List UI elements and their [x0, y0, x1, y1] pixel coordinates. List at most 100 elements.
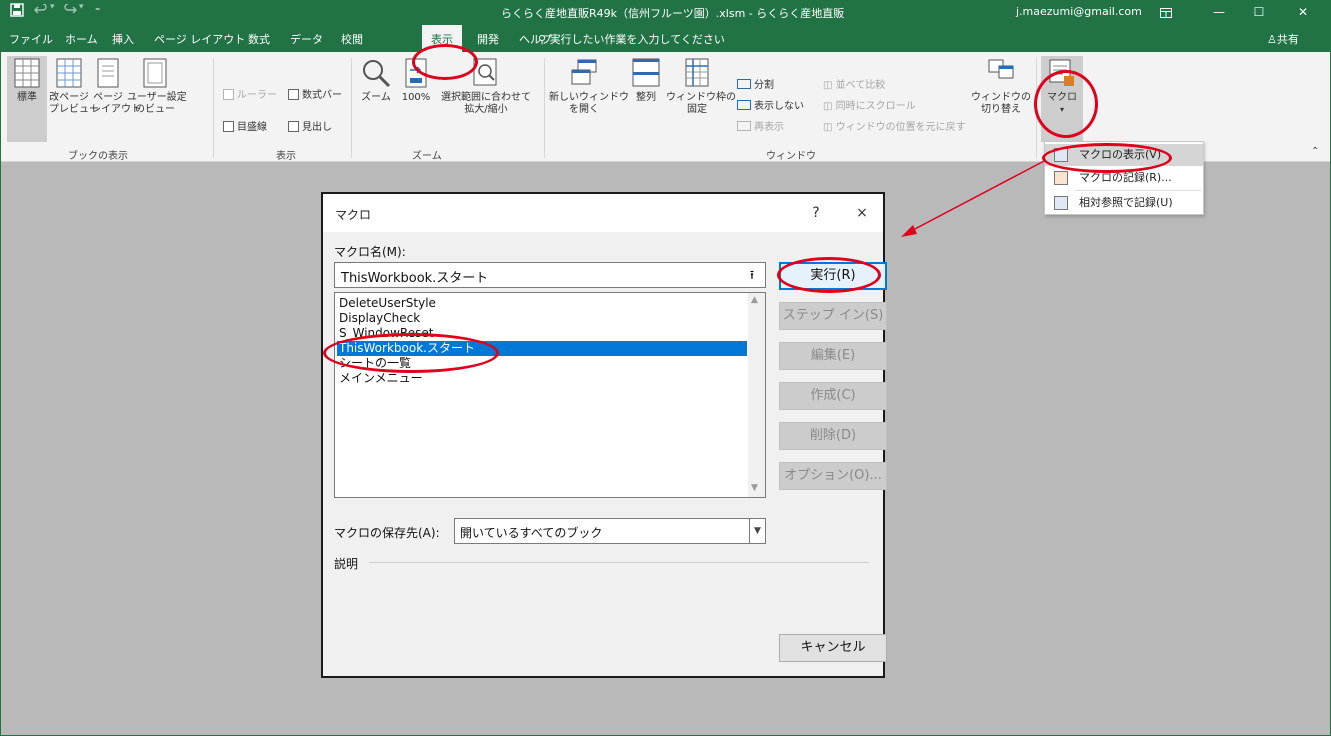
formula-bar-checkbox[interactable]: 数式バー [288, 86, 342, 101]
gridlines-checkbox[interactable]: 目盛線 [223, 118, 267, 133]
synchronous-scroll-button[interactable]: ◫ 同時にスクロール [823, 97, 916, 112]
chevron-down-icon[interactable]: ▼ [749, 518, 766, 544]
maximize-icon[interactable]: ☐ [1239, 0, 1279, 24]
headings-checkbox[interactable]: 見出し [288, 118, 332, 133]
scroll-up-icon[interactable]: ▲ [751, 295, 758, 305]
macros-in-label: マクロの保存先(A): [334, 526, 440, 540]
separator [544, 58, 545, 158]
collapse-ribbon-icon[interactable]: ⌃ [1311, 146, 1319, 157]
new-window-button[interactable]: 新しいウィンドウ を開く [549, 58, 629, 116]
separator [351, 58, 352, 158]
view-macros-item[interactable]: マクロの表示(V) [1045, 144, 1203, 166]
excel-window: ▾ ▾ ₌ らくらく産地直販R49k（信州フルーツ園）.xlsm - らくらく産… [0, 0, 1331, 736]
redo-icon[interactable] [63, 3, 77, 20]
checkbox-icon [288, 121, 299, 132]
normal-view-button[interactable]: 標準 [8, 58, 46, 104]
page-icon [97, 58, 119, 88]
freeze-panes-button[interactable]: ウィンドウ枠の 固定 [666, 58, 736, 116]
arrange-all-button[interactable]: 整列 [631, 58, 661, 104]
tab-page-layout[interactable]: ページ レイアウト [154, 31, 245, 47]
create-button[interactable]: 作成(C) [779, 382, 887, 410]
split-label: 分割 [754, 80, 774, 91]
list-item[interactable]: DisplayCheck [337, 311, 420, 326]
checkbox-icon [223, 89, 234, 100]
ribbon-tabs: ファイル ホーム 挿入 ページ レイアウト 数式 データ 校閲 表示 開発 ヘル… [1, 24, 1330, 52]
tab-developer[interactable]: 開発 [477, 31, 499, 47]
separator [1036, 58, 1037, 158]
list-scrollbar[interactable]: ▲ ▼ [748, 293, 765, 497]
record-macro-item[interactable]: マクロの記録(R)... [1045, 167, 1203, 189]
tab-data[interactable]: データ [290, 31, 323, 47]
grid-icon [14, 58, 40, 88]
scroll-down-icon[interactable]: ▼ [751, 483, 758, 493]
customize-icon[interactable]: ₌ [95, 3, 100, 14]
arrange-icon [632, 58, 660, 87]
list-item[interactable]: S_WindowReset [337, 326, 433, 341]
page-layout-button[interactable]: ページ レイアウト [91, 58, 141, 116]
tab-view[interactable]: 表示 [422, 25, 462, 52]
switch-windows-button[interactable]: ウィンドウの 切り替え [971, 58, 1031, 116]
collapse-dialog-icon[interactable]: ⭱ [742, 265, 762, 285]
menu-divider [1075, 190, 1201, 191]
relative-reference-label: 相対参照で記録(U) [1079, 196, 1173, 209]
macros-in-select[interactable]: 開いているすべてのブック [454, 518, 752, 544]
options-button[interactable]: オプション(O)... [779, 462, 887, 490]
tab-home[interactable]: ホーム [65, 31, 98, 47]
macro-name-input[interactable]: ThisWorkbook.スタート [334, 262, 766, 288]
macro-name-label: マクロ名(M): [334, 245, 406, 259]
undo-icon[interactable] [34, 3, 48, 20]
delete-button[interactable]: 削除(D) [779, 422, 887, 450]
share-button[interactable]: ♙共有 [1267, 31, 1299, 47]
tab-insert[interactable]: 挿入 [112, 31, 134, 47]
list-item-selected[interactable]: ThisWorkbook.スタート [337, 341, 747, 356]
ribbon-display-icon[interactable] [1146, 0, 1186, 24]
macros-button[interactable]: マクロ ▾ [1042, 58, 1082, 116]
relative-reference-item[interactable]: 相対参照で記録(U) [1045, 192, 1203, 214]
list-item[interactable]: DeleteUserStyle [337, 296, 436, 311]
zoom-to-selection-button[interactable]: 選択範囲に合わせて 拡大/縮小 [433, 58, 539, 116]
chevron-down-icon: ▾ [1059, 105, 1064, 114]
tab-formulas[interactable]: 数式 [248, 31, 270, 47]
checkbox-icon [288, 89, 299, 100]
tab-file[interactable]: ファイル [9, 31, 53, 47]
custom-views-label: ユーザー設定 のビュー [127, 92, 187, 115]
tab-review[interactable]: 校閲 [341, 31, 363, 47]
account-name[interactable]: j.maezumi@gmail.com [1016, 5, 1142, 18]
step-into-button[interactable]: ステップ イン(S) [779, 302, 887, 330]
chevron-down-icon[interactable]: ▾ [50, 2, 55, 12]
record-macro-icon [1054, 171, 1068, 185]
save-icon[interactable] [10, 3, 24, 21]
page-break-preview-button[interactable]: 改ページ プレビュー [49, 58, 99, 116]
zoom-100-button[interactable]: 100% [400, 58, 432, 104]
person-icon: ♙ [1267, 33, 1277, 46]
reset-window-position-button[interactable]: ◫ ウィンドウの位置を元に戻す [823, 118, 966, 133]
separator [213, 58, 214, 158]
close-icon[interactable]: × [849, 201, 875, 225]
close-icon[interactable]: ✕ [1283, 0, 1323, 24]
zoom-100-label: 100% [401, 92, 431, 103]
list-item[interactable]: シートの一覧 [337, 356, 411, 371]
custom-views-button[interactable]: ユーザー設定 のビュー [127, 58, 187, 116]
help-icon[interactable]: ? [803, 201, 829, 225]
view-side-by-side-button[interactable]: ◫ 並べて比較 [823, 76, 885, 91]
tell-me-search[interactable]: ⚲ 実行したい作業を入力してください [538, 31, 725, 47]
run-button[interactable]: 実行(R) [779, 262, 887, 290]
checkbox-icon [223, 121, 234, 132]
reset-position-label: ウィンドウの位置を元に戻す [835, 122, 966, 133]
search-icon: ⚲ [538, 33, 550, 46]
group-window: ウィンドウ [766, 151, 816, 162]
minimize-icon[interactable]: — [1199, 0, 1239, 24]
unhide-button[interactable]: 再表示 [737, 118, 784, 133]
hide-button[interactable]: 表示しない [737, 97, 804, 112]
zoom-selection-icon [473, 58, 497, 86]
headings-label: 見出し [302, 122, 332, 133]
edit-button[interactable]: 編集(E) [779, 342, 887, 370]
macro-list[interactable]: DeleteUserStyle DisplayCheck S_WindowRes… [334, 292, 766, 498]
ruler-label: ルーラー [237, 90, 277, 101]
zoom-button[interactable]: ズーム [359, 58, 393, 104]
chevron-down-icon[interactable]: ▾ [79, 2, 84, 12]
ruler-checkbox[interactable]: ルーラー [223, 86, 277, 101]
cancel-button[interactable]: キャンセル [779, 634, 887, 662]
split-button[interactable]: 分割 [737, 76, 774, 91]
list-item[interactable]: メインメニュー [337, 371, 423, 386]
